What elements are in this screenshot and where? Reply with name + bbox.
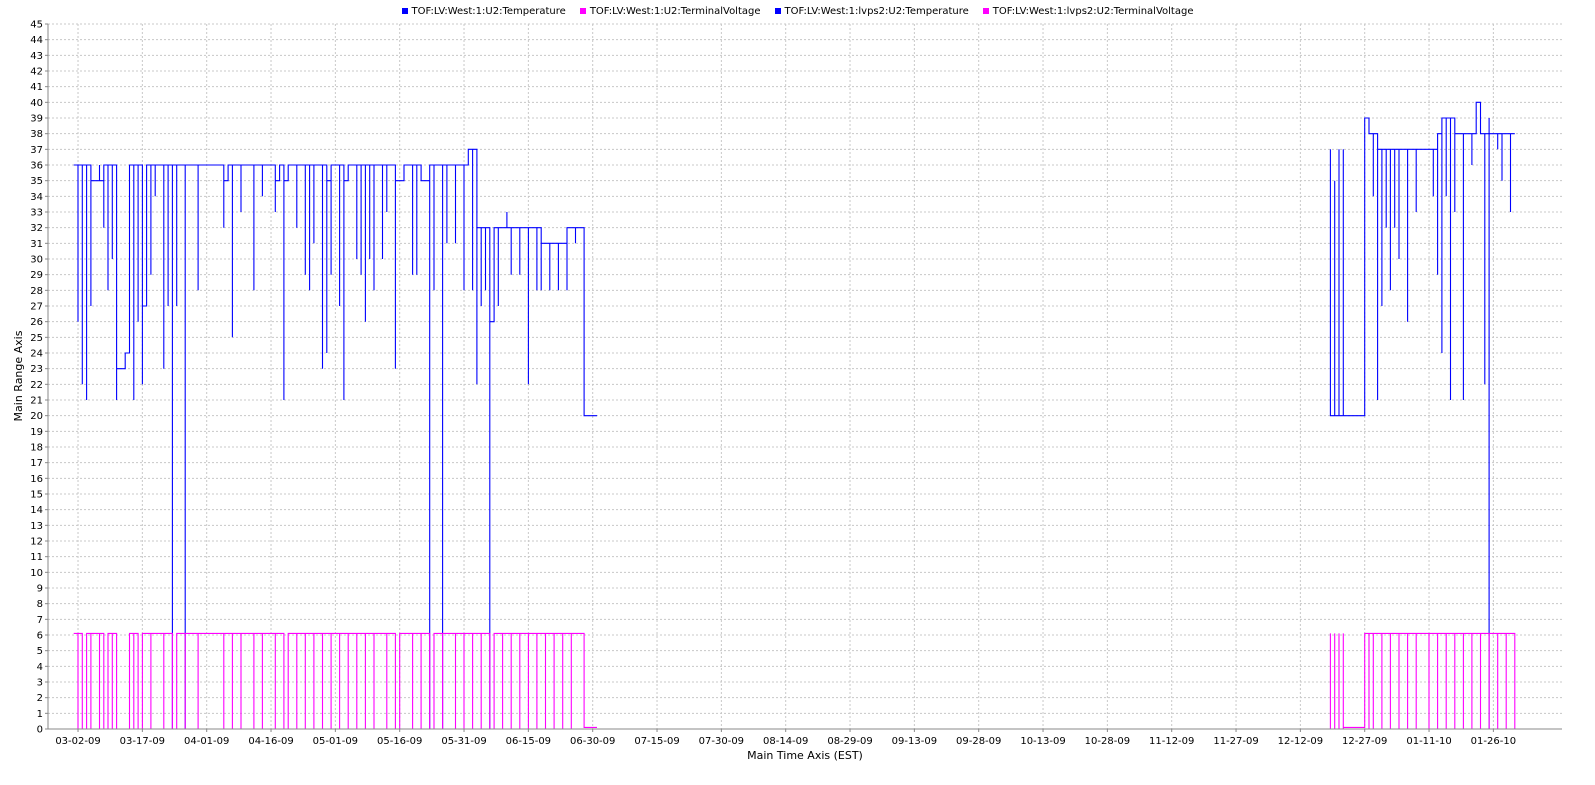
- x-tick-label: 05-31-09: [441, 736, 486, 747]
- x-tick-label: 05-16-09: [377, 736, 422, 747]
- x-tick-label: 10-28-09: [1085, 736, 1130, 747]
- x-tick-label: 12-12-09: [1278, 736, 1323, 747]
- y-tick-label: 0: [37, 725, 43, 736]
- y-tick-label: 34: [30, 192, 43, 203]
- y-tick-label: 41: [30, 82, 43, 93]
- y-tick-label: 6: [37, 631, 43, 642]
- y-tick-label: 26: [30, 317, 43, 328]
- y-tick-label: 35: [30, 176, 43, 187]
- x-tick-label: 03-02-09: [55, 736, 100, 747]
- y-tick-label: 9: [37, 584, 43, 595]
- x-tick-label: 07-30-09: [699, 736, 744, 747]
- y-tick-label: 1: [37, 709, 43, 720]
- y-tick-label: 37: [30, 145, 43, 156]
- y-tick-label: 22: [30, 380, 43, 391]
- y-tick-label: 15: [30, 490, 43, 501]
- y-tick-label: 39: [30, 114, 43, 125]
- y-tick-label: 44: [30, 35, 43, 46]
- x-tick-label: 10-13-09: [1020, 736, 1065, 747]
- y-tick-label: 28: [30, 286, 43, 297]
- y-tick-label: 14: [30, 505, 43, 516]
- x-tick-label: 11-27-09: [1213, 736, 1258, 747]
- y-tick-label: 13: [30, 521, 43, 532]
- y-tick-label: 29: [30, 270, 43, 281]
- y-tick-label: 27: [30, 302, 43, 313]
- y-tick-label: 11: [30, 552, 43, 563]
- y-tick-label: 25: [30, 333, 43, 344]
- x-tick-label: 04-16-09: [248, 736, 293, 747]
- y-tick-label: 43: [30, 51, 43, 62]
- x-tick-label: 01-26-10: [1471, 736, 1516, 747]
- x-axis-label: Main Time Axis (EST): [747, 749, 863, 762]
- y-tick-label: 32: [30, 223, 43, 234]
- y-tick-label: 12: [30, 537, 43, 548]
- y-tick-label: 45: [30, 20, 43, 31]
- x-tick-label: 06-15-09: [506, 736, 551, 747]
- x-tick-label: 07-15-09: [634, 736, 679, 747]
- y-tick-label: 30: [30, 255, 43, 266]
- y-tick-label: 2: [37, 693, 43, 704]
- y-tick-label: 36: [30, 161, 43, 172]
- x-tick-label: 03-17-09: [120, 736, 165, 747]
- y-tick-label: 3: [37, 678, 43, 689]
- y-tick-label: 38: [30, 129, 43, 140]
- y-tick-label: 42: [30, 67, 43, 78]
- y-tick-label: 5: [37, 646, 43, 657]
- x-tick-label: 01-11-10: [1406, 736, 1451, 747]
- time-series-chart: 0123456789101112131415161718192021222324…: [12, 20, 1562, 762]
- y-tick-label: 24: [30, 349, 43, 360]
- x-tick-label: 05-01-09: [313, 736, 358, 747]
- x-tick-label: 09-28-09: [956, 736, 1001, 747]
- y-tick-label: 19: [30, 427, 43, 438]
- y-tick-label: 31: [30, 239, 43, 250]
- y-tick-label: 7: [37, 615, 43, 626]
- x-tick-label: 08-29-09: [827, 736, 872, 747]
- y-tick-label: 16: [30, 474, 43, 485]
- y-tick-labels: 0123456789101112131415161718192021222324…: [30, 20, 48, 736]
- y-tick-label: 33: [30, 208, 43, 219]
- x-tick-label: 09-13-09: [892, 736, 937, 747]
- x-tick-label: 08-14-09: [763, 736, 808, 747]
- y-tick-label: 10: [30, 568, 43, 579]
- y-tick-label: 20: [30, 411, 43, 422]
- x-tick-label: 12-27-09: [1342, 736, 1387, 747]
- y-tick-label: 21: [30, 396, 43, 407]
- y-axis-label: Main Range Axis: [12, 330, 25, 421]
- x-tick-label: 06-30-09: [570, 736, 615, 747]
- x-tick-label: 11-12-09: [1149, 736, 1194, 747]
- y-tick-label: 8: [37, 599, 43, 610]
- x-tick-label: 04-01-09: [184, 736, 229, 747]
- series-line: [1329, 632, 1516, 730]
- y-tick-label: 18: [30, 443, 43, 454]
- y-tick-label: 40: [30, 98, 43, 109]
- y-tick-label: 23: [30, 364, 43, 375]
- x-tick-labels: 03-02-09 03-17-09 04-01-09 04-16-09 05-01-09…: [55, 729, 1516, 747]
- y-tick-label: 4: [37, 662, 43, 673]
- y-tick-label: 17: [30, 458, 43, 469]
- series-line: [1329, 101, 1515, 729]
